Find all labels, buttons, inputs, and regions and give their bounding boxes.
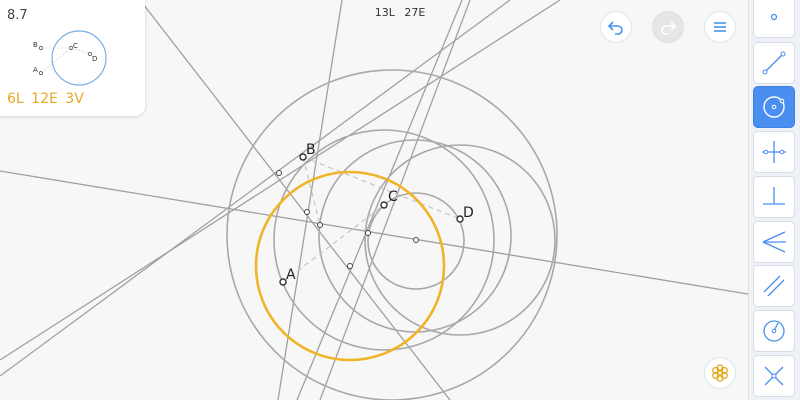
goal-elements: 12E [31, 91, 58, 107]
perpendicular-tool[interactable] [753, 176, 795, 218]
circle-tool-icon [763, 96, 785, 118]
point-label-a: A [286, 267, 296, 283]
undo-button[interactable] [600, 11, 632, 43]
hint-button[interactable] [704, 357, 736, 389]
perpendicular-icon [763, 187, 785, 205]
point-tool-icon [770, 13, 778, 21]
menu-button[interactable] [704, 11, 736, 43]
point-label-c: C [388, 189, 398, 205]
preview-label-d: D [92, 55, 97, 63]
menu-icon [714, 22, 726, 32]
perpendicular-bisector-tool[interactable] [753, 131, 795, 173]
undo-icon [607, 21, 623, 35]
parallel-icon [763, 275, 785, 297]
elements-count: 27E [404, 6, 426, 19]
parallel-tool[interactable] [753, 265, 795, 307]
hint-icon [712, 364, 728, 382]
level-goal: 6L 12E 3V [7, 91, 87, 107]
lines-count: 13L [374, 6, 395, 19]
redo-icon [661, 21, 677, 35]
redo-button[interactable] [652, 11, 684, 43]
intersect-icon [764, 366, 784, 386]
point-label-d: D [463, 205, 474, 221]
level-preview: B C A D [33, 30, 107, 86]
goal-verbs: 3V [65, 91, 84, 107]
compass-icon [763, 320, 785, 342]
point-c [380, 201, 388, 209]
circle-tool[interactable] [753, 86, 795, 128]
line-tool[interactable] [753, 42, 795, 84]
angle-bisector-icon [762, 231, 786, 253]
angle-bisector-tool[interactable] [753, 221, 795, 263]
point-label-b: B [306, 142, 316, 158]
level-card[interactable]: 8.7 B C A D 6L 12E 3V [0, 0, 145, 116]
preview-label-b: B [33, 41, 38, 49]
intersect-tool[interactable] [753, 355, 795, 397]
point-tool[interactable] [753, 0, 795, 38]
line-tool-icon [762, 51, 786, 75]
compass-tool[interactable] [753, 310, 795, 352]
goal-lines: 6L [7, 91, 24, 107]
tool-palette [748, 0, 800, 400]
level-number: 8.7 [7, 8, 28, 23]
preview-label-c: C [73, 42, 78, 50]
preview-label-a: A [33, 66, 38, 74]
perpendicular-bisector-icon [762, 141, 786, 163]
